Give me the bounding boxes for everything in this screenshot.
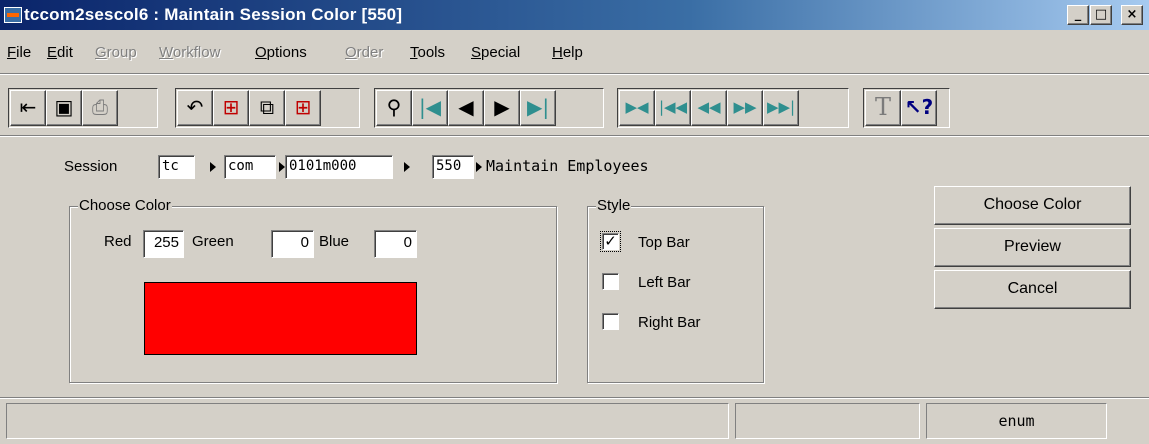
menu-options[interactable]: Options [255, 44, 307, 61]
green-label: Green [192, 233, 234, 250]
session-number-field[interactable]: 550 [432, 155, 474, 179]
top-bar-checkbox[interactable]: ✓ [600, 231, 621, 252]
menu-bar: File Edit Group Workflow Options Order T… [0, 44, 1149, 66]
menu-file[interactable]: File [7, 44, 31, 61]
rewind-icon[interactable]: ◀◀ [691, 90, 727, 126]
last-group-icon[interactable]: ▶▶| [763, 90, 799, 126]
toolbar-group-navigate: ⚲ |◀ ◀ ▶ ▶| [374, 88, 604, 128]
session-package-field[interactable]: tc [158, 155, 195, 179]
left-bar-checkbox[interactable] [602, 273, 619, 290]
save-icon[interactable]: ▣ [46, 90, 82, 126]
close-button[interactable]: × [1121, 5, 1143, 25]
menu-special[interactable]: Special [471, 44, 520, 61]
window-title: tccom2sescol6 : Maintain Session Color [… [24, 5, 403, 24]
find-icon[interactable]: ⚲ [376, 90, 412, 126]
menu-order[interactable]: Order [345, 44, 383, 61]
blue-label: Blue [319, 233, 350, 250]
maximize-button[interactable]: □ [1090, 5, 1112, 25]
menu-group[interactable]: Group [95, 44, 137, 61]
status-field-type: enum [926, 403, 1107, 439]
menu-tools[interactable]: Tools [410, 44, 445, 61]
next-record-icon[interactable]: ▶ [484, 90, 520, 126]
style-title: Style [596, 197, 632, 214]
session-code-field[interactable]: 0101m000 [285, 155, 393, 179]
first-record-icon[interactable]: |◀ [412, 90, 448, 126]
toolbar-divider [0, 73, 1149, 75]
menu-edit[interactable]: Edit [47, 44, 73, 61]
red-field[interactable]: 255 [143, 230, 184, 258]
forward-icon[interactable]: ▶▶ [727, 90, 763, 126]
exit-icon[interactable]: ⇤ [10, 90, 46, 126]
insert-record-icon[interactable]: ⊞ [213, 90, 249, 126]
color-preview-swatch [144, 282, 417, 355]
blue-field[interactable]: 0 [374, 230, 417, 258]
green-field[interactable]: 0 [271, 230, 314, 258]
toolbar-group-help: T ↖? [863, 88, 950, 128]
red-label: Red [104, 233, 132, 250]
previous-record-icon[interactable]: ◀ [448, 90, 484, 126]
toolbar-group-edit: ↶ ⊞ ⧉ ⊞ [175, 88, 360, 128]
session-description: Maintain Employees [486, 157, 649, 175]
session-number-arrow-icon [476, 162, 482, 172]
checkmark-icon: ✓ [604, 232, 617, 250]
first-group-icon[interactable]: ▶◀ [619, 90, 655, 126]
print-icon[interactable]: ⎙ [82, 90, 118, 126]
app-icon[interactable] [4, 7, 22, 23]
session-module-field[interactable]: com [224, 155, 276, 179]
session-code-arrow-icon [404, 162, 410, 172]
duplicate-record-icon[interactable]: ⊞ [285, 90, 321, 126]
copy-icon[interactable]: ⧉ [249, 90, 285, 126]
choose-color-title: Choose Color [78, 197, 172, 214]
cancel-button[interactable]: Cancel [934, 270, 1131, 309]
previous-group-icon[interactable]: |◀◀ [655, 90, 691, 126]
menu-workflow[interactable]: Workflow [159, 44, 220, 61]
text-icon[interactable]: T [865, 90, 901, 126]
status-message-panel [6, 403, 729, 439]
top-bar-label[interactable]: Top Bar [638, 234, 690, 251]
statusbar-divider [0, 397, 1149, 399]
minimize-button[interactable]: _ [1067, 5, 1089, 25]
choose-color-button[interactable]: Choose Color [934, 186, 1131, 225]
preview-button[interactable]: Preview [934, 228, 1131, 267]
help-pointer-icon[interactable]: ↖? [901, 90, 937, 126]
left-bar-label[interactable]: Left Bar [638, 274, 691, 291]
toolbar-group-groups: ▶◀ |◀◀ ◀◀ ▶▶ ▶▶| [617, 88, 849, 128]
right-bar-label[interactable]: Right Bar [638, 314, 701, 331]
session-label: Session [64, 158, 118, 175]
last-record-icon[interactable]: ▶| [520, 90, 556, 126]
undo-icon[interactable]: ↶ [177, 90, 213, 126]
title-bar[interactable]: tccom2sescol6 : Maintain Session Color [… [0, 0, 1149, 30]
toolbar-bottom-divider [0, 135, 1149, 137]
status-panel-middle [735, 403, 920, 439]
toolbar-group-file: ⇤ ▣ ⎙ [8, 88, 158, 128]
session-package-arrow-icon [210, 162, 216, 172]
right-bar-checkbox[interactable] [602, 313, 619, 330]
menu-help[interactable]: Help [552, 44, 583, 61]
